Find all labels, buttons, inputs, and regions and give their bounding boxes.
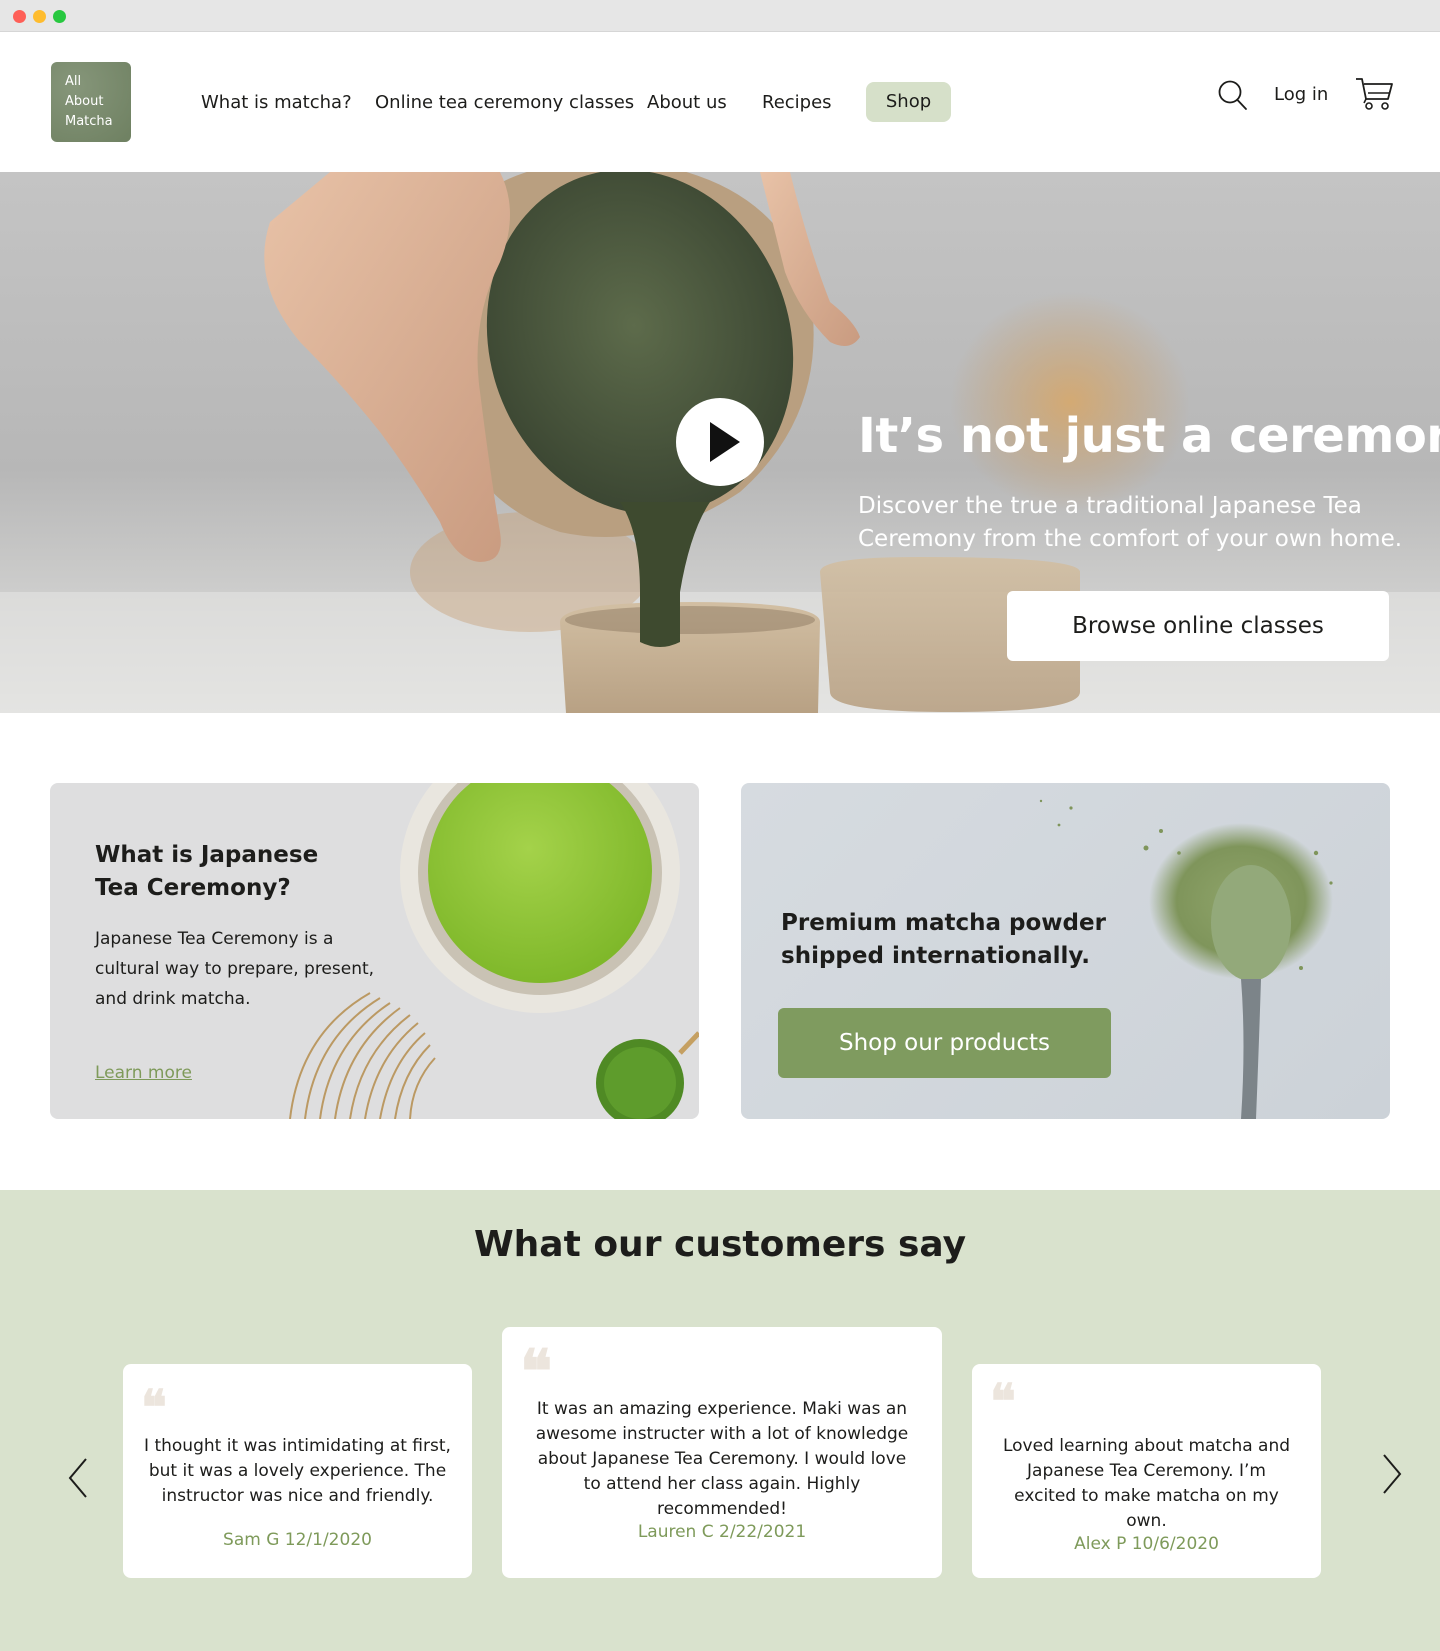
browse-classes-button[interactable]: Browse online classes: [1007, 591, 1389, 661]
shop-products-button[interactable]: Shop our products: [778, 1008, 1111, 1078]
window-titlebar: [0, 0, 1440, 32]
testimonial-text: I thought it was intimidating at first, …: [144, 1436, 451, 1506]
tea-ceremony-description-line-3: and drink matcha.: [95, 989, 251, 1009]
testimonial-text: Loved learning about matcha and Japanese…: [1002, 1436, 1291, 1531]
hero-title: It’s not just a ceremony.: [858, 408, 1440, 464]
cart-icon[interactable]: [1354, 76, 1394, 112]
nav-recipes[interactable]: Recipes: [762, 92, 832, 113]
shop-products-card: Premium matcha powder shipped internatio…: [741, 783, 1390, 1119]
tea-ceremony-description-line-1: Japanese Tea Ceremony is a: [95, 929, 334, 949]
tea-ceremony-description-line-2: cultural way to prepare, present,: [95, 959, 375, 979]
premium-matcha-title: Premium matcha powder shipped internatio…: [781, 907, 1106, 973]
learn-more-link[interactable]: Learn more: [95, 1063, 192, 1083]
tea-ceremony-title-line-2: Tea Ceremony?: [95, 875, 291, 901]
logo-line-2: About: [65, 94, 104, 109]
nav-shop-button[interactable]: Shop: [866, 82, 951, 122]
testimonial-card-2: ❝ It was an amazing experience. Maki was…: [502, 1327, 942, 1578]
minimize-window-button[interactable]: [33, 10, 46, 23]
nav-what-is-matcha[interactable]: What is matcha?: [201, 92, 352, 113]
testimonial-author: Lauren C 2/22/2021: [637, 1522, 807, 1542]
maximize-window-button[interactable]: [53, 10, 66, 23]
premium-matcha-title-line-1: Premium matcha powder: [781, 910, 1106, 936]
testimonials-section: What our customers say ❝ I thought it wa…: [0, 1190, 1440, 1651]
login-link[interactable]: Log in: [1274, 84, 1328, 105]
tea-ceremony-card: What is Japanese Tea Ceremony? Japanese …: [50, 783, 699, 1119]
premium-matcha-title-line-2: shipped internationally.: [781, 943, 1090, 969]
hero-subtitle: Discover the true a traditional Japanese…: [858, 493, 1403, 552]
testimonials-heading: What our customers say: [473, 1224, 967, 1265]
chevron-left-icon[interactable]: [67, 1456, 89, 1500]
testimonial-author: Alex P 10/6/2020: [1074, 1534, 1219, 1554]
testimonial-card-3: ❝ Loved learning about matcha and Japane…: [972, 1364, 1321, 1578]
testimonial-text: It was an amazing experience. Maki was a…: [535, 1399, 909, 1519]
quote-icon: ❝: [141, 1380, 167, 1436]
nav-online-classes[interactable]: Online tea ceremony classes: [375, 92, 634, 113]
tea-ceremony-description: Japanese Tea Ceremony is a cultural way …: [95, 924, 374, 1014]
site-logo[interactable]: All About Matcha: [51, 62, 131, 142]
quote-icon: ❝: [990, 1374, 1016, 1430]
nav-about-us[interactable]: About us: [647, 92, 727, 113]
tea-ceremony-title: What is Japanese Tea Ceremony?: [95, 839, 318, 905]
play-icon: [710, 422, 740, 462]
close-window-button[interactable]: [13, 10, 26, 23]
site-header: All About Matcha What is matcha? Online …: [0, 32, 1440, 172]
logo-line-1: All: [65, 74, 82, 89]
search-icon[interactable]: [1218, 80, 1248, 112]
tea-ceremony-title-line-1: What is Japanese: [95, 842, 319, 868]
hero-section: It’s not just a ceremony. Discover the t…: [0, 172, 1440, 713]
chevron-right-icon[interactable]: [1381, 1452, 1403, 1496]
logo-line-3: Matcha: [65, 114, 113, 129]
testimonial-author: Sam G 12/1/2020: [223, 1530, 372, 1550]
testimonial-card-1: ❝ I thought it was intimidating at first…: [123, 1364, 472, 1578]
play-video-button[interactable]: [676, 398, 764, 486]
